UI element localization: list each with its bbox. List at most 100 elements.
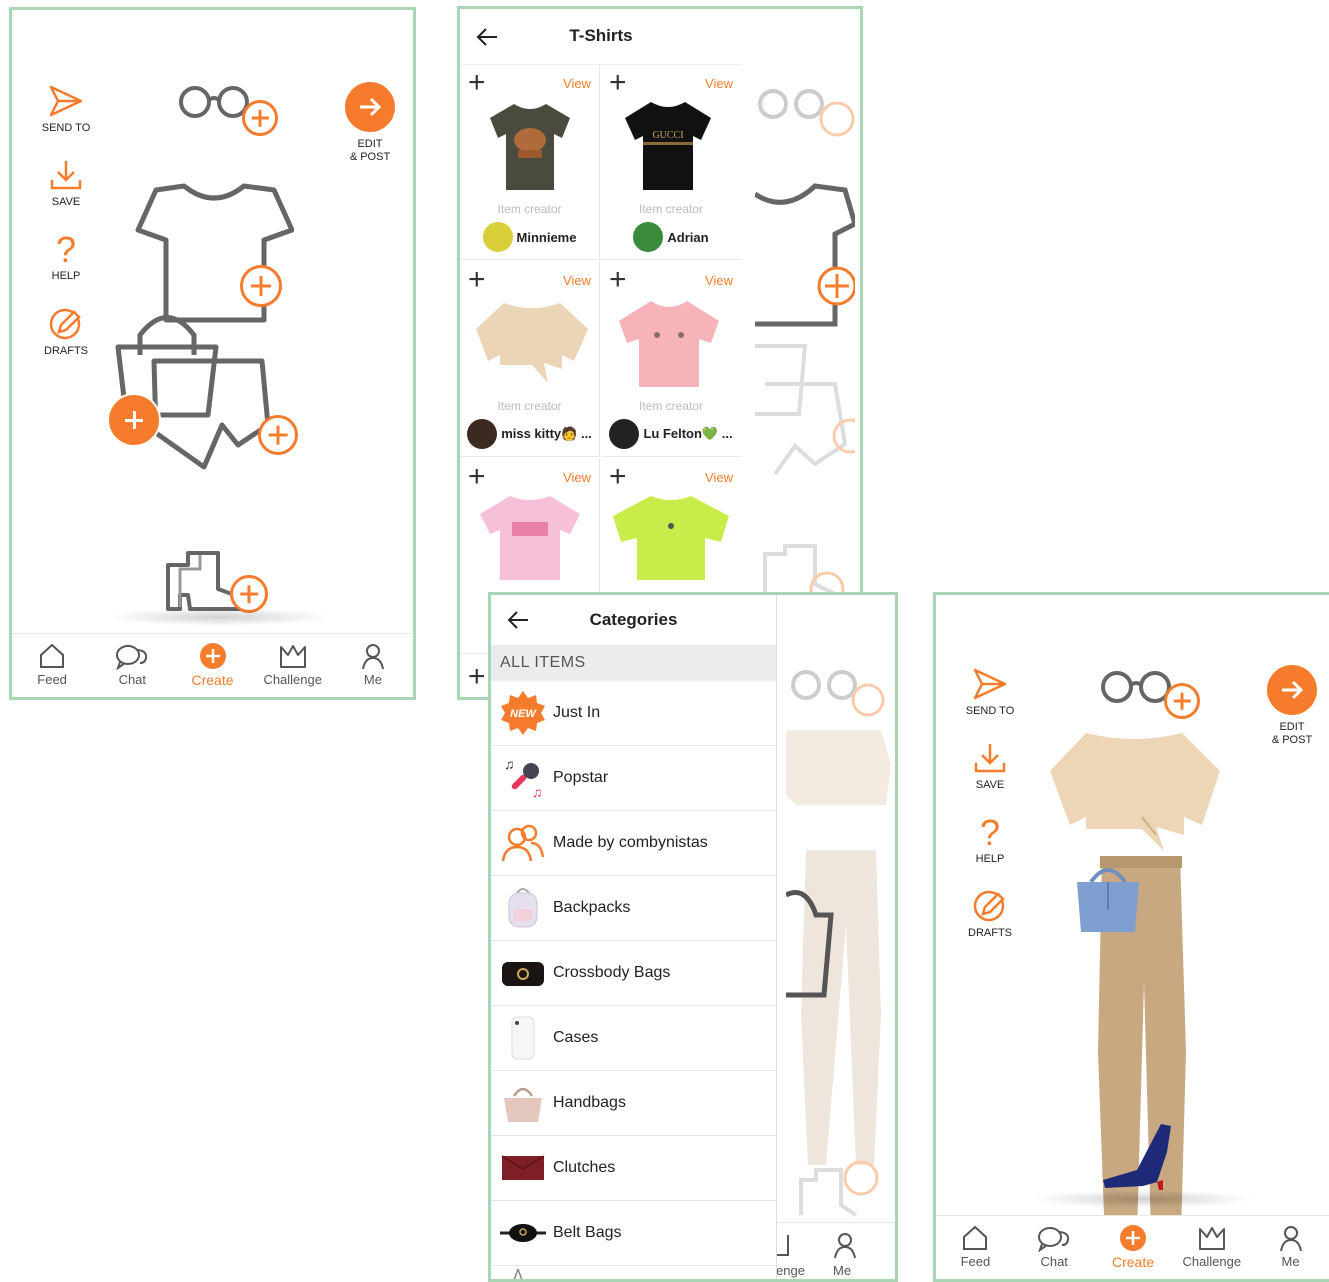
- category-just-in[interactable]: NEW Just In: [491, 681, 776, 746]
- faded-outfit-icon: [786, 670, 891, 1217]
- add-top-icon[interactable]: [240, 265, 282, 307]
- crossbody-bag-icon: [499, 949, 547, 997]
- arrow-right-icon: [345, 82, 395, 132]
- creator-info[interactable]: Minnieme: [466, 222, 593, 252]
- category-belt-bags[interactable]: Belt Bags: [491, 1201, 776, 1266]
- add-item-icon[interactable]: +: [468, 662, 486, 692]
- drafts-button[interactable]: DRAFTS: [26, 305, 106, 357]
- svg-text:?: ?: [980, 813, 1000, 849]
- nav-challenge-label: Challenge: [1182, 1254, 1242, 1269]
- category-crossbody-bags[interactable]: Crossbody Bags: [491, 941, 776, 1006]
- creator-name: miss kitty🧑 ...: [501, 426, 592, 441]
- avatar: [467, 419, 498, 449]
- save-button[interactable]: SAVE: [950, 741, 1030, 791]
- user-icon: [1279, 1226, 1302, 1252]
- crown-icon: [776, 1235, 789, 1256]
- category-made-by-combynistas[interactable]: Made by combynistas: [491, 811, 776, 876]
- bottom-nav: Feed Chat Create Challenge Me: [936, 1215, 1329, 1279]
- category-handbags[interactable]: Handbags: [491, 1071, 776, 1136]
- pencil-icon: [49, 308, 81, 340]
- floor-shadow: [1031, 1190, 1256, 1208]
- add-item-icon[interactable]: +: [468, 462, 486, 492]
- nav-chat[interactable]: Chat: [92, 634, 172, 697]
- nav-me[interactable]: Me: [1251, 1216, 1329, 1279]
- nav-challenge[interactable]: Challenge: [1172, 1216, 1251, 1279]
- add-item-icon[interactable]: +: [609, 462, 627, 492]
- nav-me-label: Me: [1281, 1254, 1300, 1269]
- product-card[interactable]: + View Item creator miss kitty🧑 ...: [460, 261, 600, 457]
- drafts-label: DRAFTS: [968, 927, 1012, 939]
- svg-text:?: ?: [56, 230, 76, 266]
- user-icon[interactable]: [831, 1231, 859, 1259]
- edit-post-button[interactable]: EDIT & POST: [1254, 665, 1329, 747]
- view-link[interactable]: View: [705, 76, 733, 91]
- view-link[interactable]: View: [705, 273, 733, 288]
- category-label: Cases: [553, 1029, 599, 1046]
- help-button[interactable]: ? HELP: [26, 230, 106, 282]
- nav-feed[interactable]: Feed: [936, 1216, 1015, 1279]
- add-bag-icon[interactable]: [107, 393, 161, 447]
- view-link[interactable]: View: [705, 470, 733, 485]
- question-icon: ?: [980, 813, 1000, 849]
- plus-icon: [199, 643, 226, 669]
- category-clutches[interactable]: Clutches: [491, 1136, 776, 1201]
- save-button[interactable]: SAVE: [26, 158, 106, 208]
- edit-post-button[interactable]: EDIT & POST: [332, 82, 408, 164]
- category-cases[interactable]: Cases: [491, 1006, 776, 1071]
- add-item-icon[interactable]: +: [468, 68, 486, 98]
- pencil-icon: [973, 890, 1005, 922]
- handbag-item-image[interactable]: [1073, 860, 1143, 935]
- view-link[interactable]: View: [563, 76, 591, 91]
- category-backpacks[interactable]: Backpacks: [491, 876, 776, 941]
- help-button[interactable]: ? HELP: [950, 813, 1030, 865]
- send-to-label: SEND TO: [41, 122, 91, 134]
- nav-challenge[interactable]: Challenge: [253, 634, 333, 697]
- product-card[interactable]: + View Item creator Lu Felton💚 ...: [601, 261, 741, 457]
- add-accessory-icon[interactable]: [1164, 683, 1200, 719]
- download-icon: [974, 744, 1006, 773]
- categories-panel: Categories ALL ITEMS NEW Just In ♫ ♫ Pops…: [491, 595, 777, 1279]
- product-image: [619, 301, 719, 387]
- add-bottom-icon[interactable]: [258, 415, 298, 455]
- download-icon: [50, 161, 82, 190]
- edit-label: EDIT: [357, 138, 383, 150]
- add-item-icon[interactable]: +: [609, 68, 627, 98]
- item-creator-label: Item creator: [638, 399, 704, 413]
- all-items-header[interactable]: ALL ITEMS: [491, 645, 776, 681]
- send-to-button[interactable]: SEND TO: [950, 667, 1030, 717]
- shoes-item-image[interactable]: [1099, 1122, 1179, 1192]
- category-popstar[interactable]: ♫ ♫ Popstar: [491, 746, 776, 811]
- nav-create[interactable]: Create: [172, 634, 252, 697]
- nav-chat[interactable]: Chat: [1015, 1216, 1094, 1279]
- microphone-icon: ♫ ♫: [499, 754, 547, 802]
- svg-text:NEW: NEW: [510, 708, 537, 720]
- nav-create[interactable]: Create: [1094, 1216, 1173, 1279]
- category-label: Handbags: [553, 1094, 626, 1111]
- nav-me[interactable]: Me: [333, 634, 413, 697]
- product-card[interactable]: + View Item creator Minnieme: [460, 64, 600, 260]
- categories-header: Categories: [491, 595, 776, 645]
- creator-info[interactable]: miss kitty🧑 ...: [466, 419, 593, 449]
- nav-create-label: Create: [1111, 1254, 1154, 1270]
- top-item-image[interactable]: [1046, 727, 1226, 853]
- view-link[interactable]: View: [563, 273, 591, 288]
- save-label: SAVE: [975, 779, 1005, 791]
- product-card[interactable]: + View GUCCI Item creator Adrian: [601, 64, 741, 260]
- send-to-button[interactable]: SEND TO: [26, 84, 106, 134]
- avatar: [482, 222, 513, 252]
- handbag-icon: [499, 1079, 547, 1127]
- nav-feed[interactable]: Feed: [12, 634, 92, 697]
- creator-info[interactable]: Lu Felton💚 ...: [607, 419, 735, 449]
- floor-shadow: [107, 608, 332, 626]
- add-accessory-icon[interactable]: [242, 100, 278, 136]
- drafts-button[interactable]: DRAFTS: [950, 887, 1030, 939]
- add-item-icon[interactable]: +: [468, 265, 486, 295]
- avatar: [633, 222, 664, 252]
- category-label: Clutches: [553, 1159, 616, 1176]
- svg-text:♫: ♫: [532, 784, 543, 800]
- nav-feed-label: Feed: [960, 1254, 991, 1269]
- bottom-placeholder-icon[interactable]: [142, 355, 272, 475]
- view-link[interactable]: View: [563, 470, 591, 485]
- add-item-icon[interactable]: +: [609, 265, 627, 295]
- creator-info[interactable]: Adrian: [607, 222, 735, 252]
